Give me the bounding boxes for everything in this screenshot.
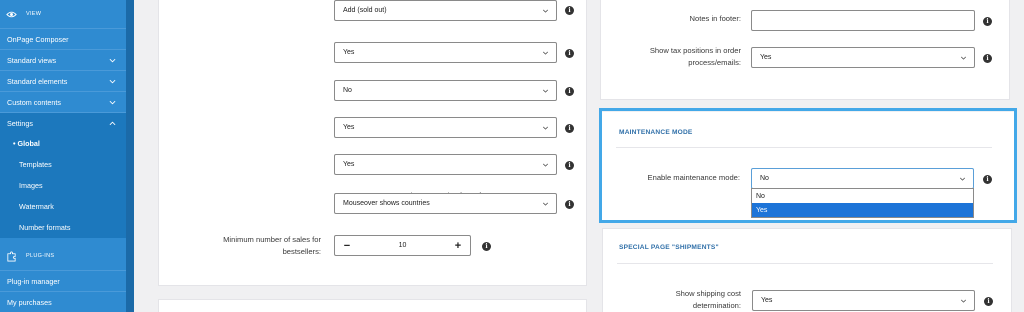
sidebar-item-label: Templates [19, 160, 52, 169]
info-icon[interactable]: i [482, 242, 491, 251]
delivery-delay-select[interactable]: Yes [334, 154, 557, 175]
shipments-title: SPECIAL PAGE "SHIPMENTS" [619, 244, 719, 251]
sidebar-subitem-watermark[interactable]: Watermark [0, 196, 126, 217]
sidebar-item-label: Standard elements [7, 76, 68, 86]
sidebar-item-custom-contents[interactable]: Custom contents [0, 91, 126, 112]
increment-button[interactable]: + [448, 236, 468, 255]
shipping-settings-panel: Variation values withoutavailable stock:… [158, 0, 587, 286]
variation-values-select[interactable]: Add (sold out) [334, 0, 557, 21]
shipments-page-panel: SPECIAL PAGE "SHIPMENTS" Show shipping c… [602, 228, 1012, 312]
divider [617, 263, 993, 264]
sidebar-item-onpage-composer[interactable]: OnPage Composer [0, 28, 126, 49]
sidebar-item-standard-elements[interactable]: Standard elements [0, 70, 126, 91]
footer-settings-panel: Notes in footer: i Show tax positions in… [600, 0, 1010, 100]
min-sales-stepper[interactable]: − 10 + [334, 235, 471, 256]
option-no[interactable]: No [752, 189, 973, 203]
sidebar-item-label: Plug-in manager [7, 276, 60, 286]
chevron-down-icon [542, 202, 549, 206]
info-icon[interactable]: i [983, 54, 992, 63]
maintenance-dropdown-list[interactable]: No Yes [751, 188, 974, 218]
min-sales-value[interactable]: 10 [355, 236, 450, 255]
plugins-section-header: PLUG-INS [0, 245, 126, 267]
sidebar-subitem-global[interactable]: • Global [0, 133, 126, 154]
info-icon[interactable]: i [565, 161, 574, 170]
plugins-header-label: PLUG-INS [26, 253, 55, 259]
sidebar-item-label: OnPage Composer [7, 34, 69, 44]
chevron-down-icon [542, 51, 549, 55]
info-icon[interactable]: i [565, 49, 574, 58]
sidebar-item-label: Settings [7, 118, 33, 128]
sidebar-item-standard-views[interactable]: Standard views [0, 49, 126, 70]
decrement-button[interactable]: − [337, 236, 357, 255]
sidebar-item-label: Images [19, 181, 43, 190]
sidebar-item-settings[interactable]: Settings [0, 112, 126, 133]
chevron-down-icon [542, 126, 549, 130]
sidebar-item-plugin-manager[interactable]: Plug-in manager [0, 270, 126, 291]
info-icon[interactable]: i [984, 297, 993, 306]
next-settings-panel [158, 299, 587, 312]
tax-positions-label: Show tax positions in order process/email… [649, 46, 741, 67]
chevron-down-icon [542, 89, 549, 93]
sidebar-item-label: • Global [13, 139, 40, 148]
sidebar-subitem-images[interactable]: Images [0, 175, 126, 196]
info-icon[interactable]: i [983, 17, 992, 26]
forwarding-basket-select[interactable]: No [334, 80, 557, 101]
sidebar-subitem-templates[interactable]: Templates [0, 154, 126, 175]
min-sales-label: Minimum number of sales for bestsellers: [223, 235, 321, 256]
chevron-down-icon [109, 100, 116, 105]
chevron-down-icon [542, 9, 549, 13]
shipping-class-select[interactable]: Yes [334, 117, 557, 138]
eye-icon [6, 11, 17, 17]
chevron-up-icon [109, 121, 116, 126]
chevron-down-icon [109, 79, 116, 84]
shipping-cost-label: Show shipping cost determination: [675, 289, 741, 310]
sidebar-item-label: Watermark [19, 202, 54, 211]
sidebar-scroll-edge [126, 0, 134, 312]
notes-footer-label: Notes in footer: [689, 14, 742, 23]
chevron-down-icon [542, 163, 549, 167]
puzzle-icon [7, 251, 16, 261]
sidebar-item-my-purchases[interactable]: My purchases [0, 291, 126, 312]
countries-free-shipping-select[interactable]: Mouseover shows countries [334, 193, 557, 214]
sidebar-item-label: Number formats [19, 222, 71, 232]
sidebar: VIEW OnPage Composer Standard views Stan… [0, 0, 126, 312]
chevron-down-icon [109, 58, 116, 63]
sidebar-item-label: Standard views [7, 55, 57, 65]
shipping-cost-select[interactable]: Yes [752, 290, 975, 311]
free-shipping-select[interactable]: Yes [334, 42, 557, 63]
view-header-label: VIEW [26, 11, 42, 17]
notes-footer-input[interactable] [751, 10, 975, 31]
sidebar-subitem-number-formats[interactable]: Number formats [0, 216, 126, 238]
sidebar-item-label: My purchases [7, 297, 52, 307]
sidebar-item-label: Custom contents [7, 97, 61, 107]
info-icon[interactable]: i [565, 124, 574, 133]
info-icon[interactable]: i [565, 200, 574, 209]
chevron-down-icon [960, 56, 967, 60]
info-icon[interactable]: i [565, 6, 574, 15]
option-yes[interactable]: Yes [752, 203, 973, 217]
tax-positions-select[interactable]: Yes [751, 47, 975, 68]
info-icon[interactable]: i [565, 87, 574, 96]
view-section-header: VIEW [0, 3, 126, 25]
chevron-down-icon [960, 299, 967, 303]
